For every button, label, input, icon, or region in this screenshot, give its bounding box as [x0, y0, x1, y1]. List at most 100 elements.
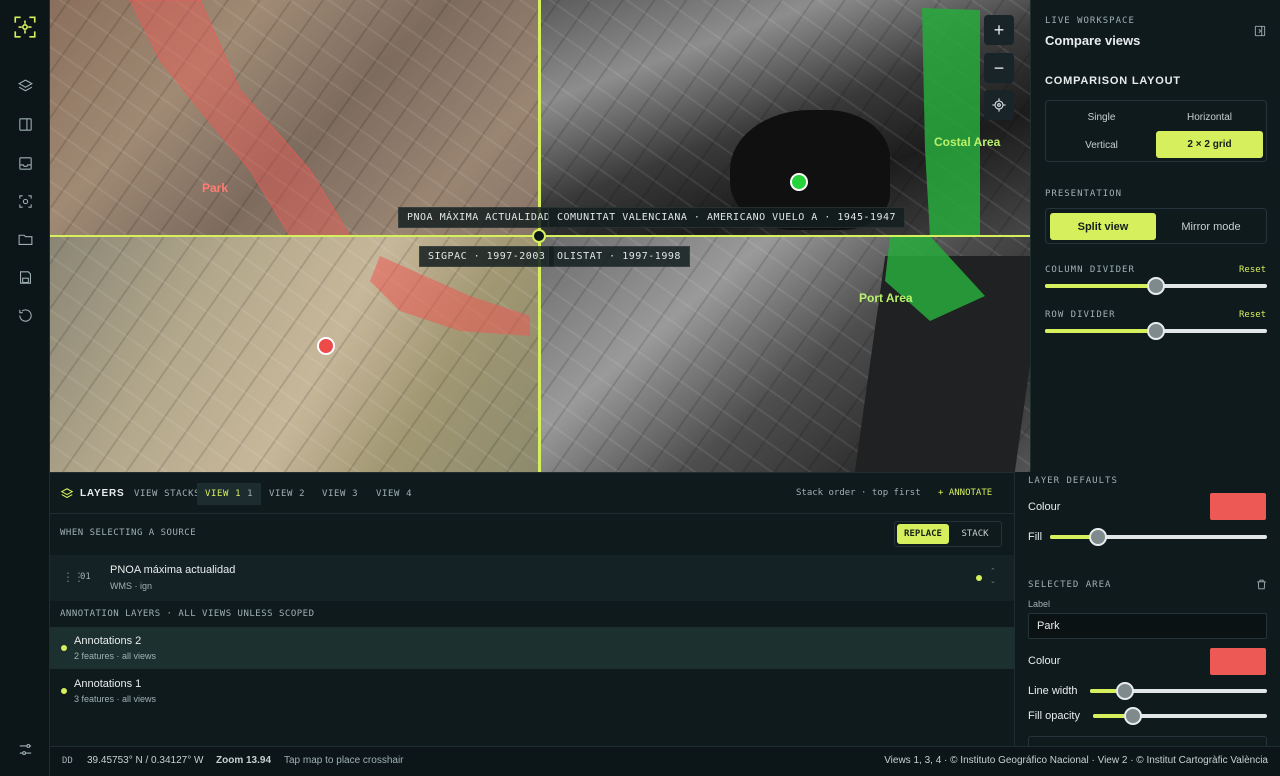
- layers-icon[interactable]: [10, 71, 40, 101]
- zoom-in-button[interactable]: +: [984, 15, 1014, 45]
- costal-area-label: Costal Area: [934, 135, 1001, 149]
- panel-title: Compare views: [1045, 33, 1141, 48]
- source-index: 01: [80, 572, 91, 582]
- comparison-map[interactable]: PNOA MÁXIMA ACTUALIDAD COMUNITAT VALENCI…: [50, 0, 1030, 472]
- area-colour-label: Colour: [1028, 655, 1061, 667]
- coord-format[interactable]: DD: [62, 756, 73, 766]
- stack-mode-button[interactable]: STACK: [949, 524, 1001, 544]
- port-polygon[interactable]: [540, 236, 1030, 472]
- area-colour-swatch[interactable]: [1210, 648, 1266, 675]
- more-actions-button[interactable]: [1028, 736, 1267, 746]
- annotation-dot: [61, 645, 67, 651]
- green-marker[interactable]: [790, 173, 808, 191]
- replace-mode-button[interactable]: REPLACE: [897, 524, 949, 544]
- tab-view-3[interactable]: VIEW 3: [314, 483, 366, 505]
- delete-area-button[interactable]: [1255, 578, 1268, 594]
- history-icon[interactable]: [10, 300, 40, 330]
- park-label: Park: [202, 181, 229, 195]
- split-view-icon[interactable]: [10, 109, 40, 139]
- layout-grid[interactable]: 2 × 2 grid: [1156, 131, 1263, 158]
- divider-center-handle[interactable]: [532, 229, 546, 243]
- layers-title: LAYERS: [80, 488, 125, 499]
- zoom-out-button[interactable]: −: [984, 53, 1014, 83]
- layout-heading: COMPARISON LAYOUT: [1045, 75, 1181, 87]
- settings-icon[interactable]: [10, 734, 40, 764]
- fill-opacity-slider[interactable]: [1093, 707, 1267, 725]
- collapse-panel-icon: [1254, 25, 1266, 37]
- tab-view-4[interactable]: VIEW 4: [368, 483, 420, 505]
- annotate-button[interactable]: + ANNOTATE: [938, 488, 992, 498]
- layout-options: Single Horizontal Vertical 2 × 2 grid: [1045, 100, 1267, 162]
- column-divider-slider[interactable]: [1045, 277, 1267, 295]
- presentation-heading: PRESENTATION: [1045, 189, 1123, 199]
- park-polygon-lower[interactable]: [50, 236, 540, 472]
- layer-defaults-heading: LAYER DEFAULTS: [1028, 476, 1118, 486]
- colour-swatch[interactable]: [1210, 493, 1266, 520]
- tab-view-2[interactable]: VIEW 2: [261, 483, 313, 505]
- view-2-pane[interactable]: [540, 0, 1030, 236]
- row-divider-knob[interactable]: [1147, 322, 1165, 340]
- divider: [50, 513, 1014, 514]
- crosshair-logo-icon[interactable]: [10, 12, 40, 42]
- tab-view-1-label: VIEW 1: [205, 489, 242, 499]
- annotation-meta: 3 features · all views: [74, 694, 157, 704]
- left-rail: [0, 0, 50, 776]
- layer-defaults-panel: LAYER DEFAULTS Colour Fill SELECTED AREA…: [1014, 472, 1280, 746]
- column-divider-knob[interactable]: [1147, 277, 1165, 295]
- fill-opacity-label: Fill opacity: [1028, 710, 1080, 722]
- fill-opacity-knob[interactable]: [1124, 707, 1143, 725]
- column-divider-reset[interactable]: Reset: [1239, 265, 1266, 275]
- locate-button[interactable]: [984, 90, 1014, 120]
- layout-vertical[interactable]: Vertical: [1048, 132, 1155, 158]
- trash-icon: [1257, 579, 1266, 590]
- select-source-label: WHEN SELECTING A SOURCE: [60, 528, 197, 538]
- fill-slider-knob[interactable]: [1088, 528, 1107, 546]
- view-4-pane[interactable]: [540, 236, 1030, 472]
- row-divider-label: ROW DIVIDER: [1045, 310, 1116, 320]
- layers-panel: LAYERS VIEW STACKS VIEW 1 1 VIEW 2 VIEW …: [50, 472, 1014, 746]
- folder-icon[interactable]: [10, 224, 40, 254]
- plus-icon: +: [938, 488, 949, 498]
- source-row[interactable]: ⋮⋮ 01 PNOA máxima actualidad WMS · ign ⌃…: [50, 555, 1014, 601]
- colour-label: Colour: [1028, 501, 1061, 513]
- tab-view-stacks[interactable]: VIEW STACKS: [126, 483, 208, 505]
- view-3-label: SIGPAC · 1997-2003: [419, 246, 555, 267]
- source-name: PNOA máxima actualidad: [110, 564, 236, 576]
- visibility-dot[interactable]: [976, 575, 982, 581]
- capture-icon[interactable]: [10, 186, 40, 216]
- park-polygon[interactable]: [50, 0, 540, 236]
- area-label-input[interactable]: Park: [1028, 613, 1267, 639]
- view-3-pane[interactable]: [50, 236, 540, 472]
- red-marker[interactable]: [317, 337, 335, 355]
- costal-polygon[interactable]: [540, 0, 1030, 236]
- selected-area-heading: SELECTED AREA: [1028, 580, 1112, 590]
- split-view-option[interactable]: Split view: [1050, 213, 1156, 240]
- attribution: Views 1, 3, 4 · © Instituto Geográfico N…: [884, 755, 1268, 766]
- layout-horizontal[interactable]: Horizontal: [1156, 104, 1263, 130]
- annotation-row[interactable]: Annotations 1 3 features · all views: [50, 670, 1014, 712]
- save-icon[interactable]: [10, 262, 40, 292]
- annotation-row[interactable]: Annotations 2 2 features · all views: [50, 627, 1014, 669]
- layout-single[interactable]: Single: [1048, 104, 1155, 130]
- label-caption: Label: [1028, 599, 1051, 609]
- column-divider-fill: [1045, 284, 1156, 288]
- reorder-arrows-icon[interactable]: ⌃ ⌄: [990, 567, 996, 587]
- line-width-slider[interactable]: [1090, 682, 1267, 700]
- inbox-icon[interactable]: [10, 148, 40, 178]
- presentation-options: Split view Mirror mode: [1045, 208, 1267, 244]
- fill-slider[interactable]: [1050, 528, 1267, 546]
- annotation-heading: ANNOTATION LAYERS · ALL VIEWS UNLESS SCO…: [60, 609, 315, 619]
- port-area-label: Port Area: [859, 291, 913, 305]
- mirror-mode-option[interactable]: Mirror mode: [1158, 213, 1264, 240]
- view-2-label: COMUNITAT VALENCIANA · AMERICANO VUELO A…: [548, 207, 906, 228]
- tab-view-1-count: 1: [247, 489, 254, 499]
- annotation-name: Annotations 1: [74, 678, 142, 690]
- layers-icon-small: [60, 487, 74, 504]
- fill-label: Fill: [1028, 531, 1043, 543]
- tab-view-1[interactable]: VIEW 1 1: [197, 483, 262, 505]
- line-width-knob[interactable]: [1116, 682, 1135, 700]
- row-divider-slider[interactable]: [1045, 322, 1267, 340]
- view-1-pane[interactable]: [50, 0, 540, 236]
- row-divider-reset[interactable]: Reset: [1239, 310, 1266, 320]
- collapse-panel-button[interactable]: [1253, 24, 1267, 41]
